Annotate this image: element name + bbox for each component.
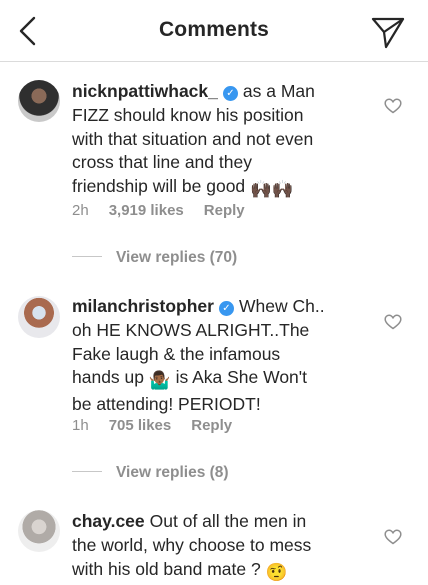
- comment-line: cross that line and they: [72, 152, 252, 173]
- divider-line: [72, 471, 102, 472]
- comment-line: be attending! PERIODT!: [72, 394, 261, 415]
- view-replies-label: View replies (8): [116, 464, 229, 481]
- comment-username[interactable]: milanchristopher: [72, 296, 214, 316]
- comment-username[interactable]: nicknpattiwhack_: [72, 81, 218, 101]
- page-title: Comments: [158, 18, 270, 41]
- comment-meta: 1h 705 likes Reply: [72, 417, 252, 434]
- comment-text: chay.cee Out of all the men in the world,…: [72, 510, 372, 584]
- divider-line: [72, 256, 102, 257]
- comment-line: as a Man: [242, 81, 315, 101]
- view-replies-label: View replies (70): [116, 249, 238, 266]
- verified-badge-icon: ✓: [222, 86, 238, 101]
- like-count[interactable]: 3,919 likes: [109, 202, 184, 219]
- like-count[interactable]: 705 likes: [109, 417, 172, 434]
- comment-text: milanchristopher ✓ Whew Ch.. oh HE KNOWS A…: [72, 295, 372, 417]
- heart-icon[interactable]: [384, 98, 402, 114]
- comment-line: Whew Ch..: [238, 296, 325, 316]
- avatar[interactable]: [18, 510, 60, 552]
- header-bar: Comments: [0, 0, 428, 62]
- send-icon[interactable]: [370, 14, 406, 50]
- comment-line: oh HE KNOWS ALRIGHT..The: [72, 319, 310, 340]
- shrug-emoji: 🤷🏾‍♂️: [148, 370, 171, 391]
- avatar[interactable]: [18, 80, 60, 122]
- raising-hands-emoji: 🙌🏿🙌🏿: [250, 179, 294, 200]
- comment-meta: 2h 3,919 likes Reply: [72, 202, 265, 219]
- comment-line: is Aka She Won't: [175, 367, 307, 388]
- comment-line: the world, why choose to mess: [72, 534, 312, 555]
- comment-line: Out of all the men in: [149, 511, 307, 531]
- comment-timestamp: 1h: [72, 417, 89, 434]
- raised-eyebrow-emoji: 🤨: [265, 561, 288, 582]
- comment-line: Fake laugh & the infamous: [72, 343, 281, 364]
- verified-badge-icon: ✓: [218, 301, 234, 316]
- comment-line: hands up: [72, 367, 145, 388]
- comment-timestamp: 2h: [72, 202, 89, 219]
- comment-line: friendship will be good: [72, 176, 246, 197]
- reply-button[interactable]: Reply: [191, 417, 232, 434]
- view-replies-button[interactable]: View replies (8): [72, 464, 229, 482]
- heart-icon[interactable]: [384, 529, 402, 545]
- reply-button[interactable]: Reply: [204, 202, 245, 219]
- comment-username[interactable]: chay.cee: [72, 511, 145, 531]
- heart-icon[interactable]: [384, 314, 402, 330]
- avatar[interactable]: [18, 296, 60, 338]
- comment-line: with his old band mate ?: [72, 558, 261, 579]
- comment-line: FIZZ should know his position: [72, 104, 304, 125]
- comment-line: with that situation and not even: [72, 128, 314, 149]
- comment-text: nicknpattiwhack_ ✓ as a Man FIZZ should kn…: [72, 80, 372, 202]
- view-replies-button[interactable]: View replies (70): [72, 249, 237, 267]
